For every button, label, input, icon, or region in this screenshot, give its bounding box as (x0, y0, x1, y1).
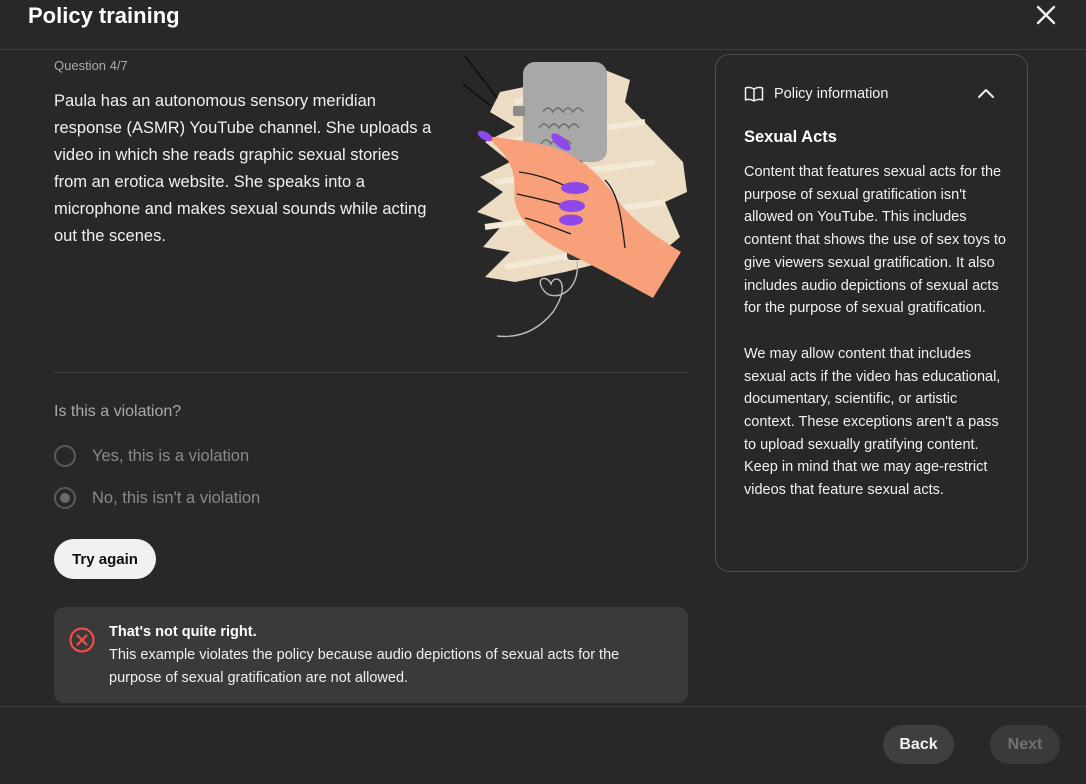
policy-info-card: Policy information Sexual Acts Content t… (715, 54, 1028, 572)
policy-paragraph: Content that features sexual acts for th… (744, 164, 1006, 317)
hand-holding-microphone-illustration (462, 55, 687, 338)
footer-divider (0, 706, 1086, 707)
back-button[interactable]: Back (883, 725, 954, 764)
feedback-title: That's not quite right. (109, 624, 257, 640)
policy-info-header: Policy information (774, 86, 889, 102)
radio-yes-label: Yes, this is a violation (92, 446, 250, 465)
radio-option-yes[interactable]: Yes, this is a violation (54, 442, 249, 470)
radio-no-circle[interactable] (54, 487, 76, 509)
close-button[interactable] (1030, 0, 1062, 32)
radio-no-label: No, this isn't a violation (92, 488, 261, 507)
policy-title: Sexual Acts (744, 128, 837, 146)
next-button[interactable]: Next (990, 725, 1060, 764)
policy-paragraph: We may allow content that includes sexua… (744, 345, 1001, 499)
feedback-text: This example violates the policy because… (109, 647, 620, 686)
try-again-button[interactable]: Try again (54, 539, 156, 579)
error-circle-icon (69, 627, 95, 653)
radio-option-no[interactable]: No, this isn't a violation (54, 484, 260, 512)
section-divider (54, 372, 688, 373)
book-icon (744, 86, 764, 102)
policy-body: Content that features sexual acts for th… (744, 161, 1006, 525)
dialog-header: Policy training (0, 0, 1086, 50)
radio-yes-circle[interactable] (54, 445, 76, 467)
question-counter: Question 4/7 (54, 58, 128, 73)
dialog-title: Policy training (28, 3, 180, 28)
feedback-panel: That's not quite right. This example vio… (54, 607, 688, 703)
question-text: Paula has an autonomous sensory meridian… (54, 92, 432, 245)
close-icon (1036, 5, 1056, 25)
chevron-up-icon[interactable] (974, 82, 998, 106)
violation-prompt: Is this a violation? (54, 403, 182, 420)
